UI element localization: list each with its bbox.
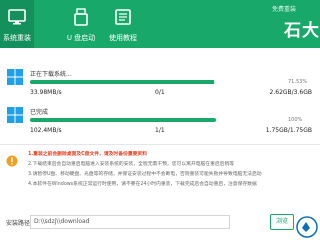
note-line: 2.下载结束后会自动重启电脑进入安装系统的安装，全程无需干预，您可以离开电脑在重…	[28, 162, 235, 167]
monitor-icon	[8, 9, 26, 25]
note-line: 4.本软件在Windows系统正常运行时使用，请不要在24小时内重装，下载完成后…	[28, 182, 257, 187]
progress-percent: 100%	[288, 117, 303, 123]
nav-item-tutorial[interactable]: 使用教程	[98, 0, 148, 48]
download-task-current: 正在下载系统... 71.53% 33.98MB/s 0/1 2.62GB/3.…	[0, 62, 320, 102]
task-status-label: 已完成	[30, 109, 49, 116]
brand-logo-text: 石大	[284, 21, 320, 41]
section-divider	[0, 144, 320, 145]
nav-item-label: 系统重装	[3, 34, 31, 42]
browse-button[interactable]: 浏览	[270, 214, 294, 230]
progress-percent: 71.53%	[288, 79, 308, 85]
download-count: 1/1	[155, 127, 165, 134]
download-speed: 33.98MB/s	[30, 89, 62, 96]
top-navigation-bar: 系统重装 U 盘启动 使用教程 免费重装 石大	[0, 0, 320, 48]
download-speed: 102.4MB/s	[30, 127, 62, 134]
download-count: 0/1	[155, 89, 165, 96]
note-line: 1.重装之前会删除桌面及C盘文件，请及时备份重要资料	[28, 152, 148, 157]
download-size: 1.75GB/1.75GB	[265, 127, 312, 134]
windows-icon	[7, 107, 23, 123]
nav-item-system-reinstall[interactable]: 系统重装	[0, 0, 34, 48]
task-status-label: 正在下载系统...	[30, 71, 72, 78]
install-path-field[interactable]: D:\\sdzj\\download	[30, 215, 230, 229]
nav-item-label: 使用教程	[109, 34, 137, 42]
site-watermark-logo	[296, 216, 318, 238]
download-task-done: 已完成 100% 102.4MB/s 1/1 1.75GB/1.75GB	[0, 100, 320, 140]
progress-track	[30, 80, 216, 84]
note-line: 3.请暂停U盘、移动硬盘、光盘等的存储，并保证安装过程中不会断电，否则重装可能失…	[28, 172, 262, 177]
progress-fill	[30, 80, 215, 84]
warning-icon	[6, 155, 18, 167]
progress-fill	[30, 118, 216, 122]
install-notes: 1.重装之前会删除桌面及C盘文件，请及时备份重要资料 2.下载结束后会自动重启电…	[28, 150, 318, 190]
brand-tagline: 免费重装	[271, 6, 296, 13]
progress-track	[30, 118, 216, 122]
download-size: 2.62GB/3.6GB	[269, 89, 312, 96]
windows-icon	[7, 69, 23, 85]
usb-icon	[74, 8, 88, 26]
book-icon	[115, 9, 131, 25]
